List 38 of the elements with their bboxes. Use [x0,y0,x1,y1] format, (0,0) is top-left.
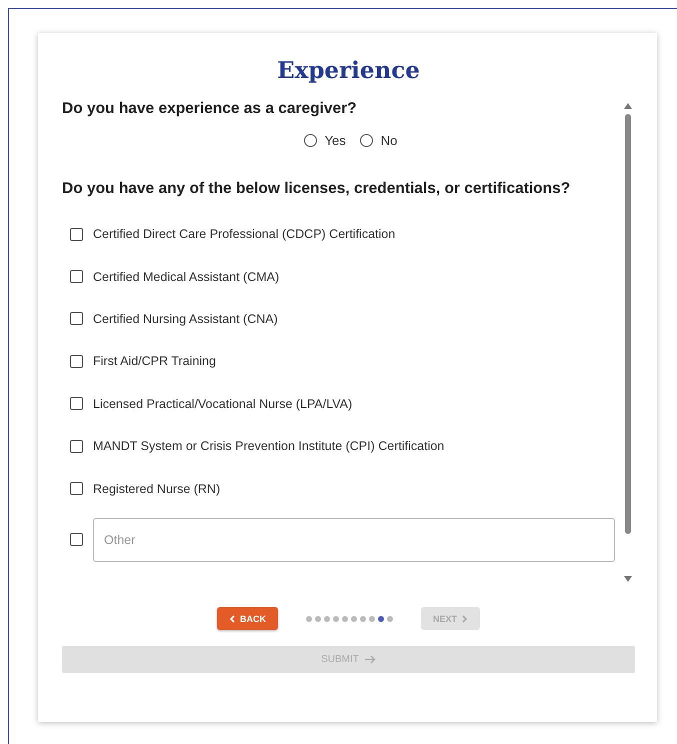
checkbox-label: First Aid/CPR Training [93,354,216,368]
question-label: Do you have any of the below licenses, credentials, or certifications? [62,180,572,198]
checkbox-label: MANDT System or Crisis Prevention Institute (CPI) Certification [93,439,444,454]
checkbox-label: Licensed Practical/Vocational Nurse (LPA/LVA) [93,396,352,411]
checkbox[interactable] [70,397,83,410]
checkbox-label: Certified Nursing Assistant (CNA) [93,312,278,326]
checkbox-label: Registered Nurse (RN) [93,482,220,496]
checkbox[interactable] [70,270,83,284]
checkbox[interactable] [70,312,83,326]
pager-dot[interactable] [342,616,348,622]
radio-option[interactable]: Yes [304,133,346,148]
checkbox[interactable] [70,354,83,368]
page-title: Experience [276,57,421,84]
checkbox-label: Certified Direct Care Professional (CDCP) Certification [93,227,396,242]
pager-dot[interactable] [332,616,339,622]
arrow-right-icon [364,655,376,664]
pager-dot[interactable] [314,616,321,622]
radio-option[interactable]: No [360,133,398,148]
question-label: Do you have experience as a caregiver? [62,100,358,118]
pager-dot[interactable] [350,616,357,622]
checkbox[interactable] [70,228,83,241]
checkbox-label: Certified Medical Assistant (CMA) [93,270,280,284]
pager-dot[interactable] [378,616,384,622]
pager-dot[interactable] [386,616,393,622]
scrollbar-thumb[interactable] [625,114,631,534]
pager-dot[interactable] [306,616,312,622]
pager-dot[interactable] [368,616,375,622]
chevron-right-icon [462,614,468,622]
checkbox[interactable] [70,482,83,496]
checkbox[interactable] [70,440,83,453]
back-button[interactable]: BACK [216,607,278,630]
scroll-up-icon[interactable] [624,103,632,109]
chevron-left-icon [228,614,235,622]
pager-dot[interactable] [324,616,330,622]
scroll-down-icon[interactable] [624,576,632,582]
checkbox[interactable] [70,533,83,546]
pager-dot[interactable] [360,616,366,622]
other-input-field[interactable]: Other [93,518,615,562]
